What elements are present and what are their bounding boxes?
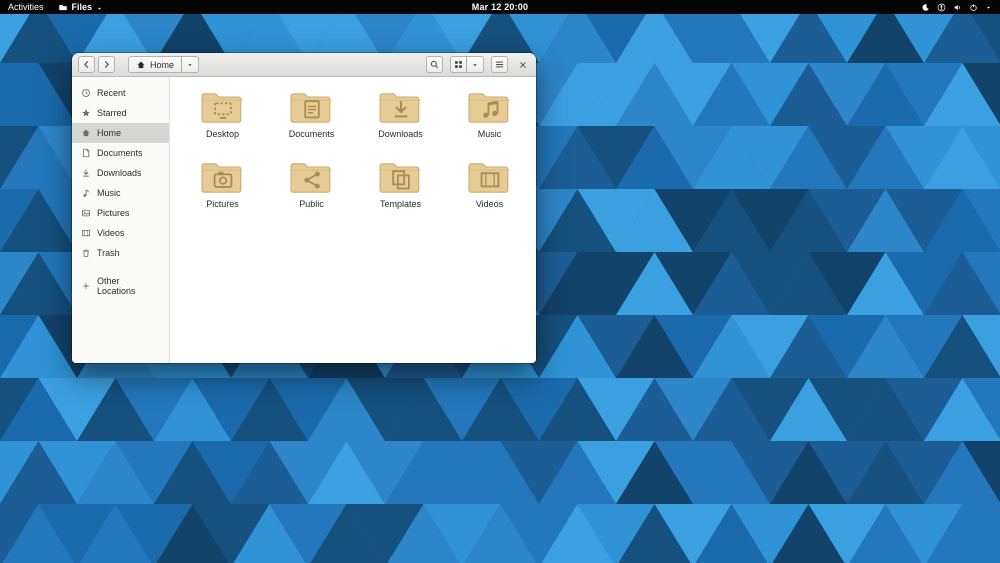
home-icon <box>81 128 91 138</box>
documents-emblem-icon <box>286 87 338 129</box>
folder-documents[interactable]: Documents <box>267 87 356 157</box>
folder-desktop[interactable]: Desktop <box>178 87 267 157</box>
trash-icon <box>81 248 91 258</box>
sidebar-item-starred[interactable]: Starred <box>72 103 169 123</box>
sidebar-item-label: Home <box>97 128 121 138</box>
icon-view-button[interactable] <box>450 56 467 73</box>
folder-music[interactable]: Music <box>445 87 534 157</box>
sidebar-item-label: Music <box>97 188 121 198</box>
power-icon <box>969 3 978 12</box>
folder-label: Documents <box>289 129 335 139</box>
folder-label: Music <box>478 129 502 139</box>
chevron-right-icon <box>101 59 112 70</box>
folder-videos[interactable]: Videos <box>445 157 534 227</box>
speaker-icon <box>953 3 962 12</box>
top-bar: Activities Files Mar 12 20:00 <box>0 0 1000 14</box>
clock-icon <box>81 88 91 98</box>
grid-view-icon <box>453 59 464 70</box>
moon-icon <box>921 3 930 12</box>
file-browser-area: Desktop Documents Downloads Music Pictur… <box>170 77 536 363</box>
view-options-button[interactable] <box>467 56 484 73</box>
chevron-down-icon <box>96 4 103 11</box>
downloads-emblem-icon <box>375 87 427 129</box>
sidebar-item-label: Starred <box>97 108 127 118</box>
photo-icon <box>81 208 91 218</box>
sidebar-item-recent[interactable]: Recent <box>72 83 169 103</box>
music-icon <box>81 188 91 198</box>
activities-button[interactable]: Activities <box>8 2 44 12</box>
folder-label: Downloads <box>378 129 423 139</box>
search-button[interactable] <box>426 56 443 73</box>
video-icon <box>81 228 91 238</box>
folder-public[interactable]: Public <box>267 157 356 227</box>
files-app-icon <box>58 2 68 12</box>
sidebar-item-home[interactable]: Home <box>72 123 169 143</box>
app-menu-label: Files <box>72 2 93 12</box>
accessibility-person-icon <box>937 3 946 12</box>
music-emblem-icon <box>464 87 516 129</box>
close-icon <box>518 60 528 70</box>
folder-label: Videos <box>476 199 503 209</box>
sidebar-item-label: Other Locations <box>97 276 160 296</box>
path-bar: Home <box>128 56 199 73</box>
sidebar: Recent Starred Home Documents Downloads Music… <box>72 77 170 363</box>
star-icon <box>81 108 91 118</box>
window-body: Recent Starred Home Documents Downloads Music… <box>72 77 536 363</box>
chevron-down-icon <box>186 61 194 69</box>
location-label: Home <box>150 60 174 70</box>
clock-button[interactable]: Mar 12 20:00 <box>472 2 528 12</box>
sidebar-item-pictures[interactable]: Pictures <box>72 203 169 223</box>
header-bar: Home <box>72 53 536 77</box>
plus-icon <box>81 281 91 291</box>
sidebar-item-label: Trash <box>97 248 120 258</box>
sidebar-item-videos[interactable]: Videos <box>72 223 169 243</box>
view-switcher <box>450 56 484 73</box>
sidebar-item-label: Videos <box>97 228 124 238</box>
folder-label: Pictures <box>206 199 239 209</box>
hamburger-menu-icon <box>494 59 505 70</box>
chevron-down-icon <box>985 4 992 11</box>
sidebar-item-label: Recent <box>97 88 126 98</box>
chevron-left-icon <box>81 59 92 70</box>
download-icon <box>81 168 91 178</box>
sidebar-item-other-locations[interactable]: Other Locations <box>72 276 169 296</box>
location-dropdown-button[interactable] <box>182 56 199 73</box>
videos-emblem-icon <box>464 157 516 199</box>
sidebar-item-label: Documents <box>97 148 143 158</box>
folder-label: Desktop <box>206 129 239 139</box>
system-menu-button[interactable] <box>921 3 992 12</box>
sidebar-item-music[interactable]: Music <box>72 183 169 203</box>
sidebar-item-label: Downloads <box>97 168 142 178</box>
app-menu-button[interactable]: Files <box>58 2 104 12</box>
sidebar-item-trash[interactable]: Trash <box>72 243 169 263</box>
folder-downloads[interactable]: Downloads <box>356 87 445 157</box>
folder-pictures[interactable]: Pictures <box>178 157 267 227</box>
sidebar-item-label: Pictures <box>97 208 130 218</box>
files-window: Home Recent Starred Home Documents Downloads… <box>72 53 536 363</box>
back-button[interactable] <box>78 56 95 73</box>
document-icon <box>81 148 91 158</box>
location-button[interactable]: Home <box>128 56 182 73</box>
folder-label: Templates <box>380 199 421 209</box>
folder-templates[interactable]: Templates <box>356 157 445 227</box>
forward-button[interactable] <box>98 56 115 73</box>
sidebar-item-documents[interactable]: Documents <box>72 143 169 163</box>
folder-label: Public <box>299 199 324 209</box>
sidebar-item-downloads[interactable]: Downloads <box>72 163 169 183</box>
home-icon <box>136 60 146 70</box>
menu-button[interactable] <box>491 56 508 73</box>
pictures-emblem-icon <box>197 157 249 199</box>
templates-emblem-icon <box>375 157 427 199</box>
public-emblem-icon <box>286 157 338 199</box>
folder-grid: Desktop Documents Downloads Music Pictur… <box>178 87 536 227</box>
search-icon <box>429 59 440 70</box>
desktop-emblem-icon <box>197 87 249 129</box>
activities-label: Activities <box>8 2 44 12</box>
close-button[interactable] <box>516 56 530 73</box>
chevron-down-icon <box>471 61 479 69</box>
